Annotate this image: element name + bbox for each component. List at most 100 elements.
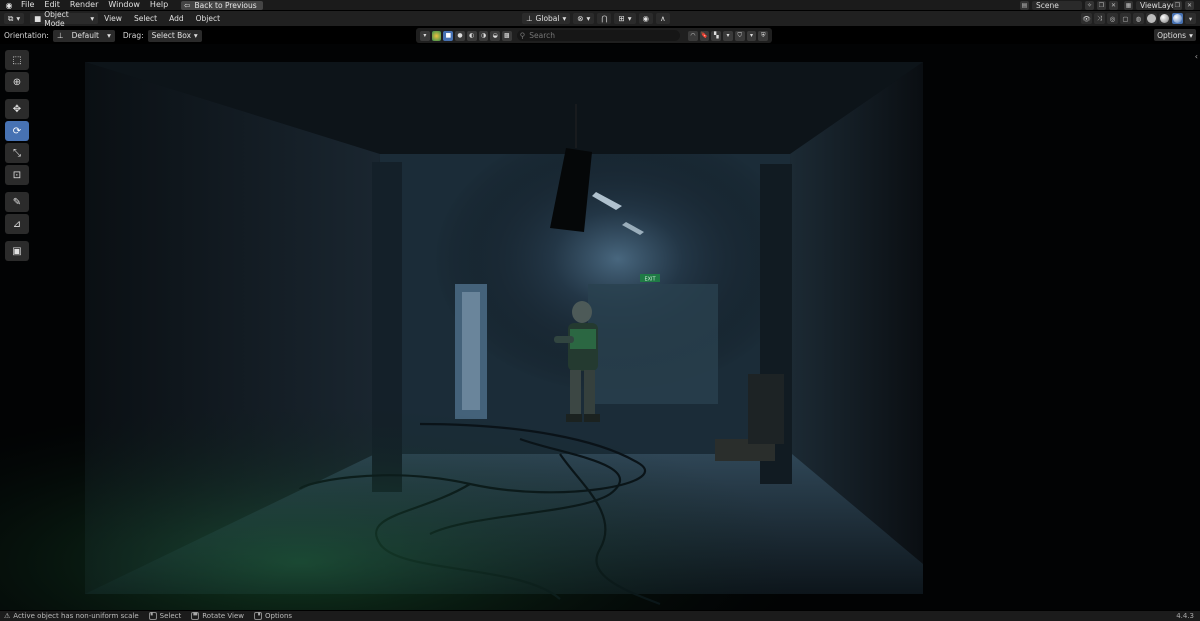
view3d-icon: ⧉ xyxy=(8,13,14,23)
measure-tool[interactable]: ⊿ xyxy=(5,214,29,234)
menu-edit[interactable]: Edit xyxy=(39,0,65,10)
menu-window[interactable]: Window xyxy=(103,0,145,10)
mode-selector[interactable]: ■ Object Mode ▾ xyxy=(30,10,99,28)
editor-type-button[interactable]: ⧉ ▾ xyxy=(4,13,25,24)
move-tool[interactable]: ✥ xyxy=(5,99,29,119)
gizmo-icon[interactable]: ⤨ xyxy=(1094,13,1105,24)
viewport-display-controls: 👁 ⤨ ◎ ▢ ◍ ▾ xyxy=(1081,13,1200,24)
select-box-icon: ⬚ xyxy=(12,54,22,66)
chevron-down-icon[interactable]: ▾ xyxy=(746,30,757,41)
menu-render[interactable]: Render xyxy=(65,0,103,10)
funnel-icon[interactable]: ⛉ xyxy=(734,30,745,41)
xray-icon[interactable]: ▢ xyxy=(1120,13,1131,24)
new-scene-icon[interactable]: ❐ xyxy=(1097,0,1106,10)
scene-selector: ▤ Scene ✧ ❐ ✕ xyxy=(1020,0,1118,10)
shading-material-icon[interactable] xyxy=(1159,13,1170,24)
view-layer-field[interactable]: ViewLayer xyxy=(1136,0,1179,10)
shading-rendered-icon[interactable] xyxy=(1172,13,1183,24)
orientation-global-dropdown[interactable]: ⊥ Global ▾ xyxy=(522,13,571,24)
menu-select[interactable]: Select xyxy=(128,14,163,23)
menu-add[interactable]: Add xyxy=(163,14,190,23)
status-warning: ⚠ Active object has non-uniform scale xyxy=(0,612,139,620)
menu-file[interactable]: File xyxy=(16,0,39,10)
display-mode-icon[interactable]: ▚ xyxy=(711,30,722,41)
cursor-tool[interactable]: ⊕ xyxy=(5,72,29,92)
shading-solid-icon[interactable] xyxy=(1146,13,1157,24)
chevron-down-icon: ▾ xyxy=(562,14,567,23)
snap-target-dropdown[interactable]: ⊞ ▾ xyxy=(614,13,636,24)
shading-options-chevron-icon[interactable]: ▾ xyxy=(1185,13,1196,24)
bookmark-icon[interactable]: 🔖 xyxy=(699,30,710,41)
scale-tool[interactable]: ⤡ xyxy=(5,143,29,163)
asset-type-icon[interactable] xyxy=(431,30,442,41)
menu-object[interactable]: Object xyxy=(190,14,226,23)
drag-dropdown[interactable]: Select Box ▾ xyxy=(147,29,202,42)
asset-filter-bar: ▾ ■ ● ◐ ◑ ◒ ▩ ⚲ Search ◠ 🔖 ▚ ▾ ⛉ ▾ ⛨ xyxy=(416,28,772,43)
visibility-icon[interactable]: 👁 xyxy=(1081,13,1092,24)
filter-dropdown-icon[interactable]: ▾ xyxy=(420,30,430,41)
new-view-layer-icon[interactable]: ❐ xyxy=(1173,0,1182,10)
search-input[interactable]: ⚲ Search xyxy=(516,30,681,41)
scene-name-field[interactable]: Scene xyxy=(1032,0,1082,10)
options-button[interactable]: Options ▾ xyxy=(1154,29,1196,41)
shield-icon[interactable]: ⛨ xyxy=(758,30,769,41)
object-mode-icon: ■ xyxy=(34,14,42,23)
sidebar-toggle-icon[interactable]: ‹ xyxy=(1195,52,1198,61)
chevron-down-icon: ▾ xyxy=(627,14,632,23)
3d-viewport[interactable]: EXIT xyxy=(0,44,1200,610)
annotate-tool[interactable]: ✎ xyxy=(5,192,29,212)
falloff-dropdown[interactable]: ∧ xyxy=(656,13,670,24)
back-to-previous-button[interactable]: ⇦ Back to Previous xyxy=(181,0,263,10)
blender-logo-icon[interactable]: ◉ xyxy=(2,0,16,10)
menu-help[interactable]: Help xyxy=(145,0,173,10)
status-select-text: Select xyxy=(159,612,182,620)
remove-view-layer-icon[interactable]: ✕ xyxy=(1185,0,1194,10)
search-placeholder: Search xyxy=(529,31,556,40)
filter-materials-icon[interactable]: ● xyxy=(455,30,465,41)
scene-icon[interactable]: ▤ xyxy=(1020,0,1029,10)
pin-icon[interactable]: ✧ xyxy=(1085,0,1094,10)
exit-sign-text: EXIT xyxy=(644,277,656,283)
add-cube-tool[interactable]: ▣ xyxy=(5,241,29,261)
snap-toggle[interactable]: ⋂ xyxy=(597,13,612,24)
status-options-text: Options xyxy=(265,612,293,620)
back-to-previous-label: Back to Previous xyxy=(194,0,257,10)
pivot-point-dropdown[interactable]: ⊗ ▾ xyxy=(573,13,595,24)
back-arrow-icon: ⇦ xyxy=(184,0,191,10)
transform-tool[interactable]: ⊡ xyxy=(5,165,29,185)
chevron-down-icon: ▾ xyxy=(193,31,198,40)
filter-images-icon[interactable]: ▩ xyxy=(502,30,512,41)
drag-value: Select Box xyxy=(151,31,192,40)
proportional-edit-toggle[interactable]: ◉ xyxy=(638,13,654,24)
filter-worlds-icon[interactable]: ◐ xyxy=(466,30,477,41)
shading-wireframe-icon[interactable]: ◍ xyxy=(1133,13,1144,24)
filter-brushes-icon[interactable]: ◒ xyxy=(490,30,501,41)
measure-icon: ⊿ xyxy=(12,218,22,230)
orientation-label: Orientation: xyxy=(4,31,49,40)
rendered-scene: EXIT xyxy=(0,62,1000,610)
menu-view[interactable]: View xyxy=(98,14,128,23)
status-bar: ⚠ Active object has non-uniform scale ▘ … xyxy=(0,611,1200,621)
status-rotate-hint: ▀ Rotate View xyxy=(187,612,244,620)
mouse-left-icon: ▘ xyxy=(148,612,157,620)
global-axes-icon: ⊥ xyxy=(526,14,533,23)
chevron-down-icon: ▾ xyxy=(1189,30,1193,40)
rotate-tool[interactable]: ⟳ xyxy=(5,121,29,141)
chevron-down-icon[interactable]: ▾ xyxy=(723,30,733,41)
filter-toggle-icon[interactable]: ◠ xyxy=(688,30,698,41)
rotate-icon: ⟳ xyxy=(12,125,22,137)
transform-controls: ⊥ Global ▾ ⊗ ▾ ⋂ ⊞ ▾ ◉ ∧ xyxy=(522,13,670,24)
snap-grid-icon: ⊞ xyxy=(618,14,625,23)
overlays-icon[interactable]: ◎ xyxy=(1107,13,1118,24)
view-layer-icon[interactable]: ▦ xyxy=(1124,0,1133,10)
mode-label: Object Mode xyxy=(44,9,69,28)
orientation-dropdown[interactable]: ⊥ Default ▾ xyxy=(52,29,115,42)
select-box-tool[interactable]: ⬚ xyxy=(5,50,29,70)
top-menu-bar: ◉ File Edit Render Window Help ⇦ Back to… xyxy=(0,0,1200,10)
orientation-global-label: Global xyxy=(535,14,560,23)
remove-scene-icon[interactable]: ✕ xyxy=(1109,0,1118,10)
filter-node-groups-icon[interactable]: ◑ xyxy=(478,30,489,41)
filter-objects-icon[interactable]: ■ xyxy=(443,30,454,41)
version-label: 4.4.3 xyxy=(1176,612,1194,620)
chevron-down-icon: ▾ xyxy=(586,14,591,23)
